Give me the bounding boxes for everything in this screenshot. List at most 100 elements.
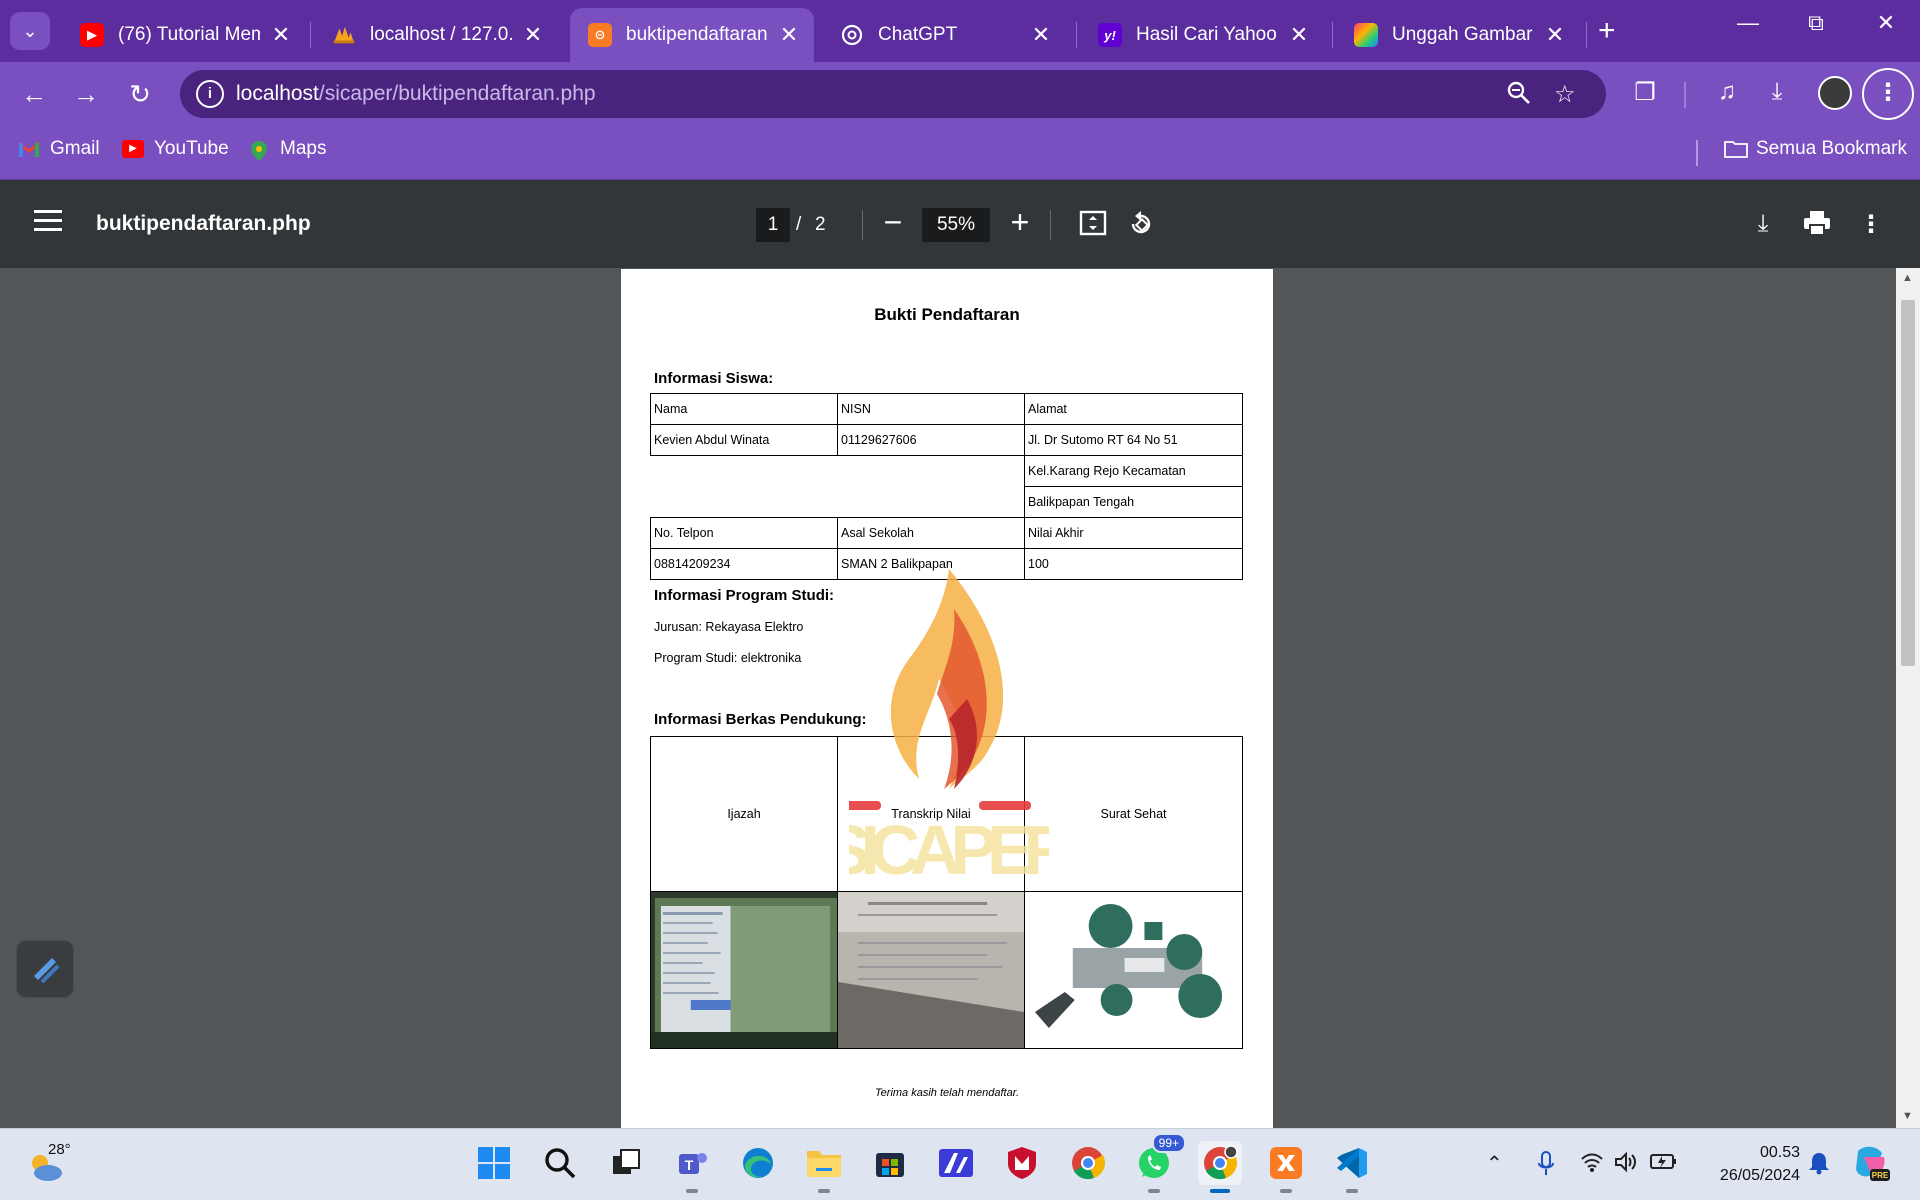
vscode-button[interactable] xyxy=(1330,1141,1374,1193)
table-cell: Kevien Abdul Winata xyxy=(650,424,838,456)
volume-icon[interactable] xyxy=(1614,1151,1638,1179)
table-cell: Nilai Akhir xyxy=(1024,517,1243,549)
table-row: 08814209234 SMAN 2 Balikpapan 100 xyxy=(650,548,1243,580)
search-button[interactable] xyxy=(538,1141,582,1185)
arrow-left-icon: ← xyxy=(21,79,47,109)
forward-button[interactable]: → xyxy=(68,76,104,112)
chrome-button[interactable] xyxy=(1066,1141,1110,1185)
print-button[interactable] xyxy=(1800,210,1834,243)
close-icon[interactable]: ✕ xyxy=(1030,24,1052,46)
bookmark-gmail[interactable]: Gmail xyxy=(18,138,100,160)
chrome-icon xyxy=(1204,1145,1238,1180)
svg-text:T: T xyxy=(685,1157,694,1173)
table-cell: Kel.Karang Rejo Kecamatan xyxy=(1024,455,1243,487)
program-studi-text: Program Studi: elektronika xyxy=(654,651,802,665)
xampp-button[interactable] xyxy=(1264,1141,1308,1193)
notification-badge: 99+ xyxy=(1151,1133,1186,1153)
download-icon[interactable]: ⤓ xyxy=(1760,78,1794,106)
zoom-in-button[interactable]: + xyxy=(1003,202,1037,242)
tab-chatgpt[interactable]: ChatGPT ✕ xyxy=(822,8,1066,62)
close-icon[interactable]: ✕ xyxy=(1288,24,1310,46)
site-info-icon[interactable]: i xyxy=(196,80,224,108)
extensions-icon[interactable]: ❐ xyxy=(1628,78,1662,107)
restore-icon: ⧉ xyxy=(1808,10,1824,35)
zoom-icon[interactable] xyxy=(1506,80,1532,113)
minimize-button[interactable]: — xyxy=(1728,10,1768,36)
table-cell-empty xyxy=(651,487,838,518)
whatsapp-button[interactable]: 99+ xyxy=(1132,1133,1186,1193)
new-tab-button[interactable]: + xyxy=(1598,14,1616,48)
pdf-download-button[interactable]: ⤓ xyxy=(1746,210,1780,238)
notification-bell-icon[interactable] xyxy=(1808,1151,1830,1181)
scrollbar[interactable]: ▲ ▼ xyxy=(1896,268,1920,1128)
start-button[interactable] xyxy=(472,1141,516,1185)
table-cell-empty xyxy=(838,456,1025,487)
system-clock[interactable]: 00.53 26/05/2024 xyxy=(1700,1141,1800,1187)
bookmark-maps[interactable]: Maps xyxy=(248,138,326,161)
reload-button[interactable]: ↻ xyxy=(122,76,158,112)
fit-to-page-button[interactable] xyxy=(1076,210,1110,243)
tab-unggah-gambar[interactable]: Unggah Gambar u ✕ xyxy=(1336,8,1580,62)
tab-search-button[interactable]: ⌄ xyxy=(10,12,50,50)
tab-youtube[interactable]: ▶ (76) Tutorial Memb ✕ xyxy=(62,8,306,62)
media-control-icon[interactable]: ♫ xyxy=(1710,78,1744,106)
antivirus-button[interactable] xyxy=(1000,1141,1044,1185)
close-icon[interactable]: ✕ xyxy=(522,24,544,46)
scroll-up-icon[interactable]: ▲ xyxy=(1902,272,1913,284)
close-window-button[interactable]: ✕ xyxy=(1866,10,1906,36)
folder-icon xyxy=(807,1151,841,1177)
scroll-down-icon[interactable]: ▼ xyxy=(1902,1110,1913,1122)
tab-phpmyadmin[interactable]: localhost / 127.0.0 ✕ xyxy=(314,8,558,62)
download-icon: ⤓ xyxy=(1757,210,1769,237)
avatar[interactable] xyxy=(1818,76,1852,110)
pdf-more-button[interactable]: ⋮ xyxy=(1854,210,1888,239)
store-button[interactable] xyxy=(868,1141,912,1185)
browser-menu-button[interactable]: ⋮ xyxy=(1862,68,1914,120)
task-view-button[interactable] xyxy=(604,1141,648,1185)
teams-button[interactable]: T xyxy=(670,1141,714,1193)
microphone-icon[interactable] xyxy=(1536,1151,1556,1183)
file-explorer-button[interactable] xyxy=(802,1141,846,1193)
battery-icon[interactable] xyxy=(1650,1151,1678,1177)
rotate-button[interactable] xyxy=(1124,210,1158,245)
table-cell: 08814209234 xyxy=(650,548,838,580)
running-indicator xyxy=(1280,1189,1292,1193)
bookmark-youtube[interactable]: ▶ YouTube xyxy=(122,138,229,160)
url-text[interactable]: localhost/sicaper/buktipendaftaran.php xyxy=(236,82,596,106)
bookmark-label: YouTube xyxy=(154,138,229,159)
page-number-input[interactable]: 1 xyxy=(756,208,790,242)
copilot-button[interactable]: PRE xyxy=(1850,1143,1890,1189)
tab-buktipendaftaran[interactable]: ⊝ buktipendaftaran.p ✕ xyxy=(570,8,814,62)
windows-icon xyxy=(478,1147,510,1179)
tab-yahoo[interactable]: y! Hasil Cari Yahoo u ✕ xyxy=(1080,8,1324,62)
close-icon[interactable]: ✕ xyxy=(1544,24,1566,46)
table-row: Nama NISN Alamat xyxy=(650,393,1243,425)
table-cell: No. Telpon xyxy=(650,517,838,549)
gmail-icon xyxy=(18,140,40,158)
edge-button[interactable] xyxy=(736,1141,780,1185)
zoom-out-button[interactable]: − xyxy=(876,202,910,242)
plus-icon: + xyxy=(1010,204,1030,240)
bookmark-star-icon[interactable]: ☆ xyxy=(1554,80,1576,109)
pdf-sidebar-menu-button[interactable] xyxy=(34,210,62,237)
address-bar[interactable]: i localhost/sicaper/buktipendaftaran.php… xyxy=(180,70,1606,118)
ijazah-image xyxy=(650,891,838,1049)
tray-overflow-button[interactable]: ⌃ xyxy=(1486,1151,1503,1176)
close-icon[interactable]: ✕ xyxy=(778,24,800,46)
weather-widget[interactable]: 28° xyxy=(26,1141,76,1189)
store-icon xyxy=(876,1153,904,1177)
scroll-thumb[interactable] xyxy=(1901,300,1915,666)
chrome-profile-button[interactable] xyxy=(1198,1141,1242,1193)
back-button[interactable]: ← xyxy=(16,76,52,112)
wifi-icon[interactable] xyxy=(1580,1151,1604,1179)
app-button-blue[interactable] xyxy=(934,1141,978,1185)
bookmark-folder-all[interactable]: Semua Bookmark xyxy=(1724,138,1907,160)
pdf-viewer[interactable]: Bukti Pendaftaran Informasi Siswa: Nama … xyxy=(0,268,1920,1128)
restore-button[interactable]: ⧉ xyxy=(1796,10,1836,36)
close-icon[interactable]: ✕ xyxy=(270,24,292,46)
section-title-program: Informasi Program Studi: xyxy=(654,587,835,604)
taskbar: 28° T 99+ ⌃ 00.53 26/05/2024 PRE xyxy=(0,1128,1920,1200)
table-cell: Balikpapan Tengah xyxy=(1024,486,1243,518)
zoom-level-input[interactable]: 55% xyxy=(922,208,990,242)
floating-widget-button[interactable] xyxy=(16,940,74,998)
